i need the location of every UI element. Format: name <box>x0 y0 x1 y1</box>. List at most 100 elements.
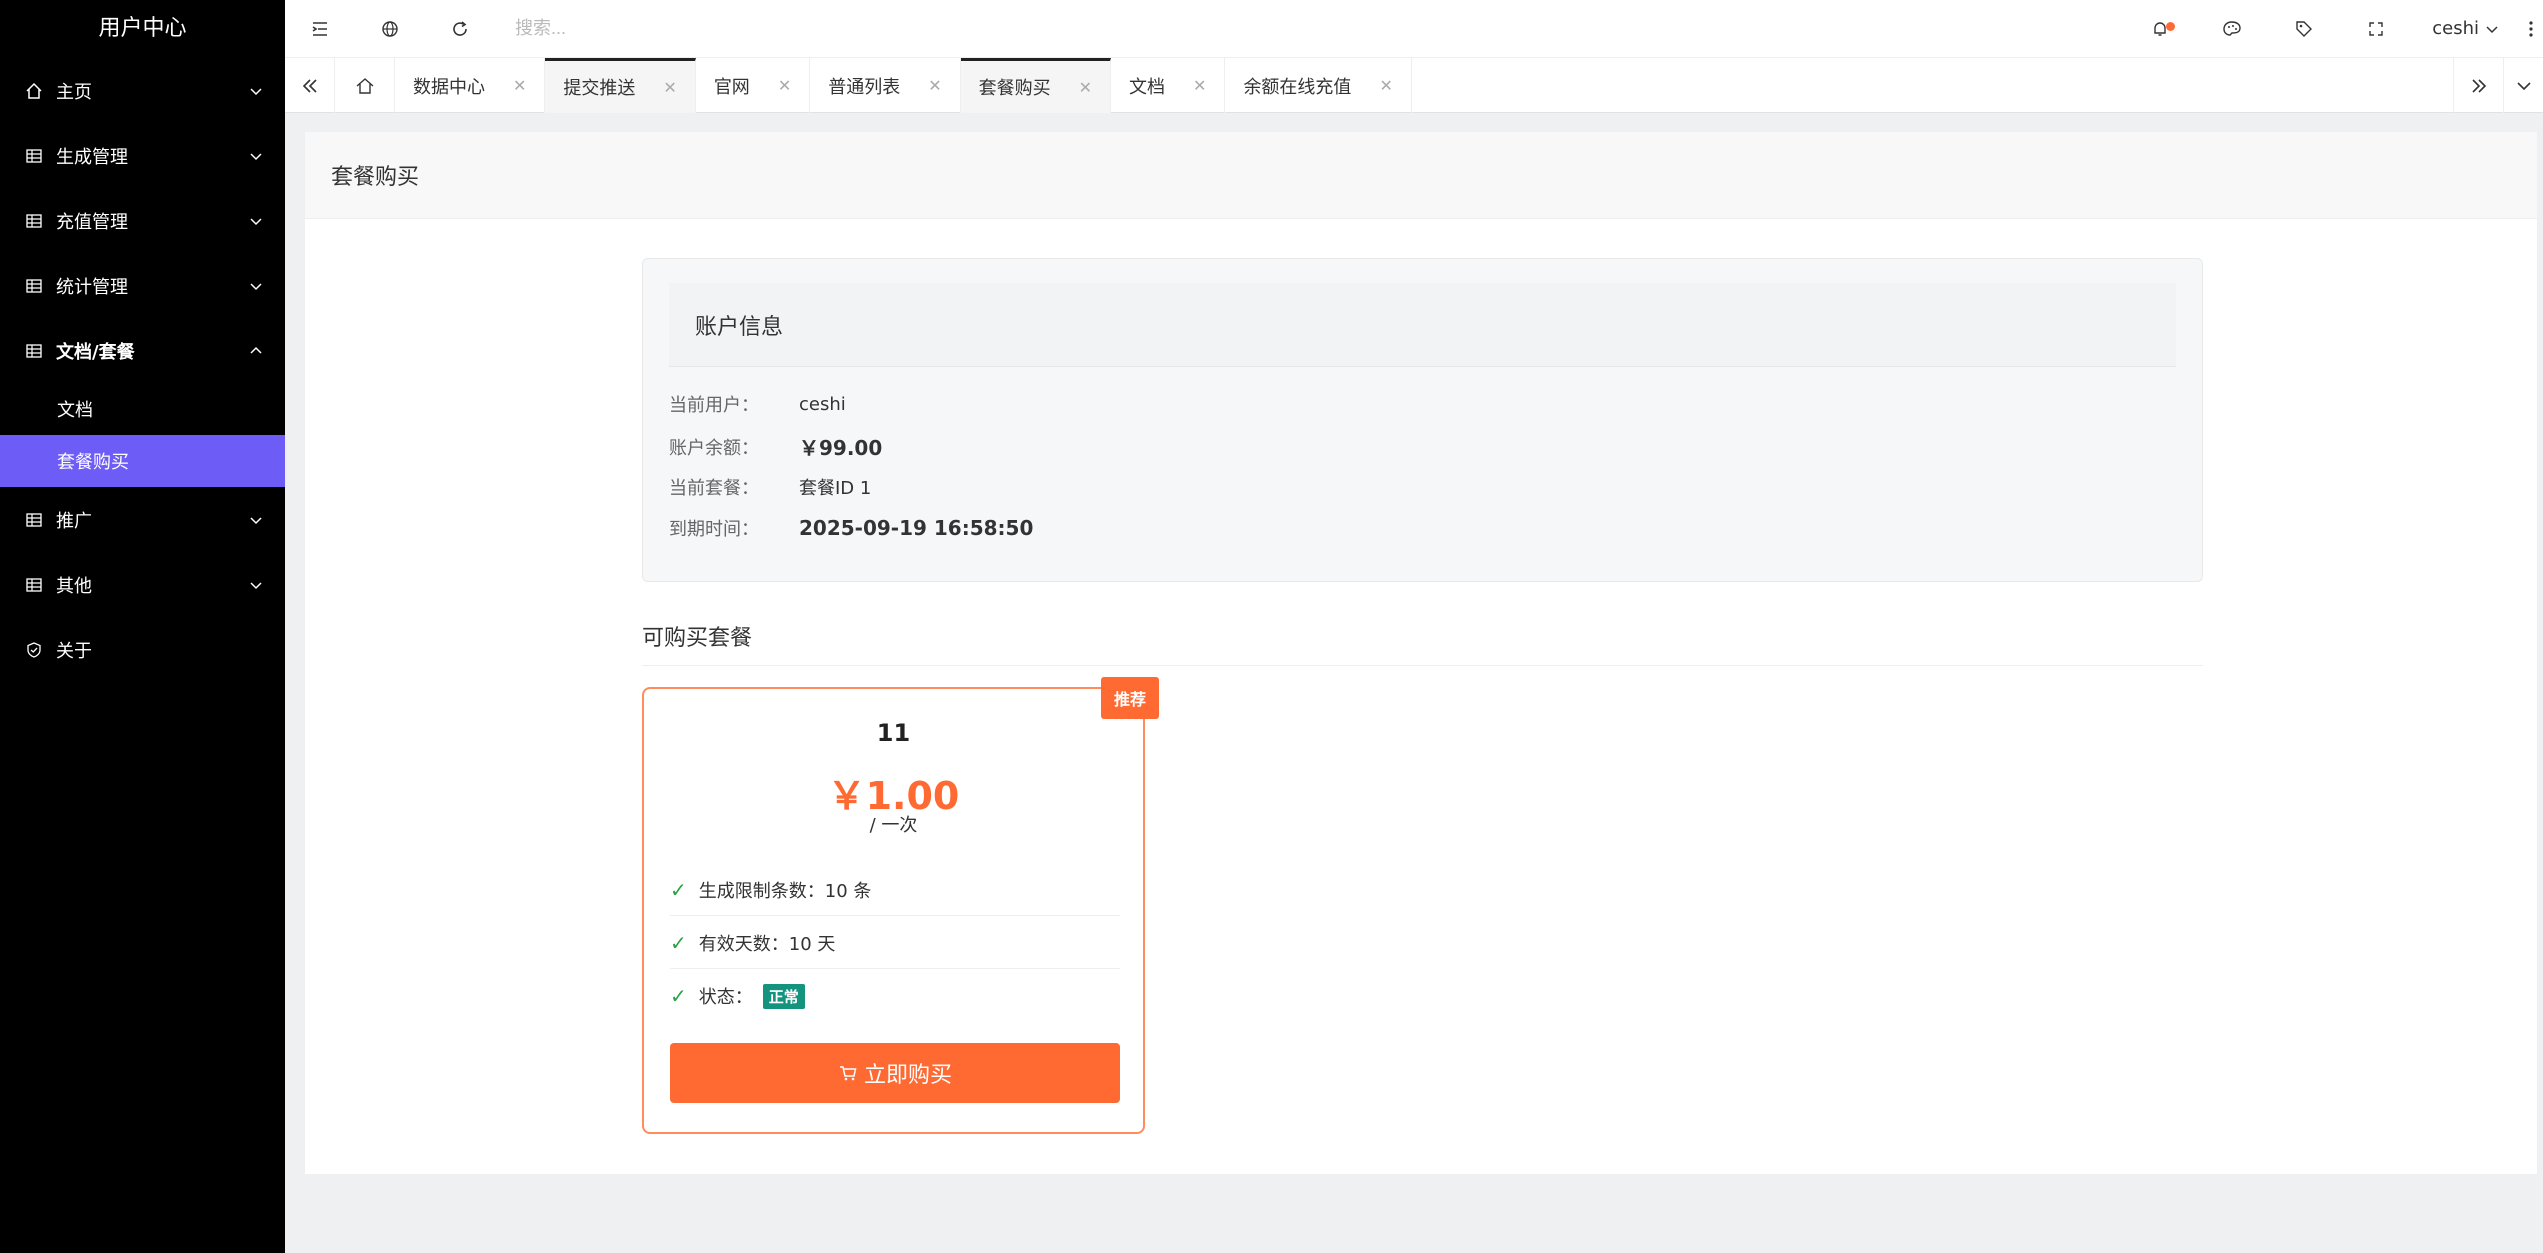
info-label: 当前用户： <box>669 395 759 416</box>
tab-submit-push[interactable]: 提交推送 ✕ <box>545 58 696 113</box>
status-badge: 正常 <box>762 983 805 1009</box>
tabs-scroll-right-icon[interactable] <box>2453 58 2503 113</box>
tab-label: 提交推送 <box>563 78 636 99</box>
sidebar-item-label: 关于 <box>56 640 92 662</box>
cart-icon <box>838 1063 858 1083</box>
globe-icon[interactable] <box>355 0 425 58</box>
feature-generate-limit: ✓ 生成限制条数：10 条 <box>670 864 1120 916</box>
more-vertical-icon[interactable] <box>2519 0 2543 58</box>
account-info-card: 账户信息 当前用户： ceshi 账户余额： ￥99.00 当前套餐： 套餐ID… <box>642 258 2203 582</box>
check-icon: ✓ <box>670 877 687 902</box>
chevron-down-icon <box>247 511 265 529</box>
grid-icon <box>24 276 44 296</box>
sidebar-item-stats[interactable]: 统计管理 <box>0 253 285 318</box>
tab-package-purchase[interactable]: 套餐购买 ✕ <box>960 58 1112 113</box>
available-packages-title: 可购买套餐 <box>642 620 2203 666</box>
info-label: 当前套餐： <box>669 478 759 499</box>
check-icon: ✓ <box>670 984 687 1008</box>
info-label: 账户余额： <box>669 437 759 459</box>
close-icon[interactable]: ✕ <box>1193 76 1206 95</box>
refresh-icon[interactable] <box>425 0 495 58</box>
close-icon[interactable]: ✕ <box>1079 78 1092 97</box>
feature-valid-days: ✓ 有效天数：10 天 <box>670 917 1120 969</box>
chevron-down-icon <box>247 576 265 594</box>
tab-label: 余额在线充值 <box>1243 76 1352 98</box>
close-icon[interactable]: ✕ <box>778 76 791 95</box>
bell-icon[interactable] <box>2124 0 2196 58</box>
sidebar-item-docs-packages[interactable]: 文档/套餐 <box>0 318 285 383</box>
sidebar: 用户中心 主页 生成管理 充值管理 统计管理 文档/套餐 文档 套餐购买 推广 … <box>0 0 285 1253</box>
sidebar-item-other[interactable]: 其他 <box>0 552 285 617</box>
app-title: 用户中心 <box>98 16 187 41</box>
tab-normal-list[interactable]: 普通列表 ✕ <box>810 58 961 113</box>
recommended-badge: 推荐 <box>1101 677 1159 719</box>
chevron-down-icon <box>247 277 265 295</box>
grid-icon <box>24 211 44 231</box>
palette-icon[interactable] <box>2196 0 2268 58</box>
feature-status: ✓ 状态： 正常 <box>670 970 1120 1022</box>
feature-text: 状态： <box>698 987 753 1008</box>
tab-home-icon[interactable] <box>335 58 395 113</box>
tab-official-site[interactable]: 官网 ✕ <box>696 58 811 113</box>
sidebar-item-home[interactable]: 主页 <box>0 58 285 123</box>
package-card: 11 ￥1.00 / 一次 ✓ 生成限制条数：10 条 ✓ 有效天数：10 天 … <box>642 687 1145 1134</box>
chevron-down-icon <box>247 147 265 165</box>
menu-toggle-icon[interactable] <box>285 0 355 58</box>
current-user-value: ceshi <box>799 393 846 415</box>
page-title: 套餐购买 <box>305 132 2537 219</box>
feature-text: 有效天数：10 天 <box>698 933 836 955</box>
search-input[interactable] <box>515 8 1115 49</box>
grid-icon <box>24 341 44 361</box>
sidebar-item-promotion[interactable]: 推广 <box>0 487 285 552</box>
info-label: 到期时间： <box>669 519 759 540</box>
notification-dot <box>2166 21 2176 31</box>
tab-docs[interactable]: 文档 ✕ <box>1111 58 1226 113</box>
info-row-package: 当前套餐： 套餐ID 1 <box>669 474 871 500</box>
sidebar-subitem-docs[interactable]: 文档 <box>0 383 285 435</box>
sidebar-item-recharge[interactable]: 充值管理 <box>0 188 285 253</box>
tab-label: 数据中心 <box>413 76 485 98</box>
sidebar-item-label: 文档/套餐 <box>56 341 135 363</box>
sidebar-subitem-package-purchase[interactable]: 套餐购买 <box>0 435 285 487</box>
check-icon: ✓ <box>670 930 687 955</box>
tab-bar: 数据中心 ✕ 提交推送 ✕ 官网 ✕ 普通列表 ✕ 套餐购买 ✕ 文档 ✕ 余额在线充值 ✕ <box>285 58 2543 113</box>
buy-now-button[interactable]: 立即购买 <box>670 1043 1120 1103</box>
top-header: ceshi <box>285 0 2543 58</box>
close-icon[interactable]: ✕ <box>1379 76 1392 95</box>
grid-icon <box>24 146 44 166</box>
main-panel: 套餐购买 账户信息 当前用户： ceshi 账户余额： ￥99.00 当前套餐：… <box>305 132 2537 1174</box>
sidebar-item-label: 统计管理 <box>56 276 128 298</box>
tabs-menu-chevron-down-icon[interactable] <box>2503 58 2543 113</box>
info-row-expire: 到期时间： 2025-09-19 16:58:50 <box>669 515 1033 541</box>
close-icon[interactable]: ✕ <box>663 78 676 97</box>
tab-label: 官网 <box>713 76 750 98</box>
chevron-up-icon <box>247 342 265 360</box>
sidebar-item-about[interactable]: 关于 <box>0 617 285 682</box>
close-icon[interactable]: ✕ <box>928 76 941 95</box>
chevron-down-icon <box>247 212 265 230</box>
tabs-scroll-left-icon[interactable] <box>285 58 335 113</box>
home-icon <box>24 81 44 101</box>
tab-label: 文档 <box>1129 76 1166 98</box>
username: ceshi <box>2432 18 2479 39</box>
feature-text: 生成限制条数：10 条 <box>698 880 872 902</box>
sidebar-item-generate[interactable]: 生成管理 <box>0 123 285 188</box>
chevron-down-icon <box>2485 22 2499 36</box>
expire-time-value: 2025-09-19 16:58:50 <box>799 516 1034 540</box>
fullscreen-icon[interactable] <box>2340 0 2412 58</box>
tab-label: 普通列表 <box>828 76 901 98</box>
balance-value: ￥99.00 <box>799 436 883 460</box>
shield-check-icon <box>24 640 44 660</box>
user-menu[interactable]: ceshi <box>2412 18 2519 39</box>
info-row-user: 当前用户： ceshi <box>669 391 846 417</box>
package-name: 11 <box>876 719 911 747</box>
sidebar-item-label: 其他 <box>56 575 92 597</box>
sidebar-item-label: 推广 <box>56 510 92 532</box>
tab-balance-recharge[interactable]: 余额在线充值 ✕ <box>1225 58 1412 113</box>
tab-data-center[interactable]: 数据中心 ✕ <box>395 58 546 113</box>
tab-label: 套餐购买 <box>978 78 1051 99</box>
close-icon[interactable]: ✕ <box>513 76 526 95</box>
account-info-title: 账户信息 <box>669 283 2176 367</box>
buy-now-label: 立即购买 <box>863 1063 952 1088</box>
tag-icon[interactable] <box>2268 0 2340 58</box>
